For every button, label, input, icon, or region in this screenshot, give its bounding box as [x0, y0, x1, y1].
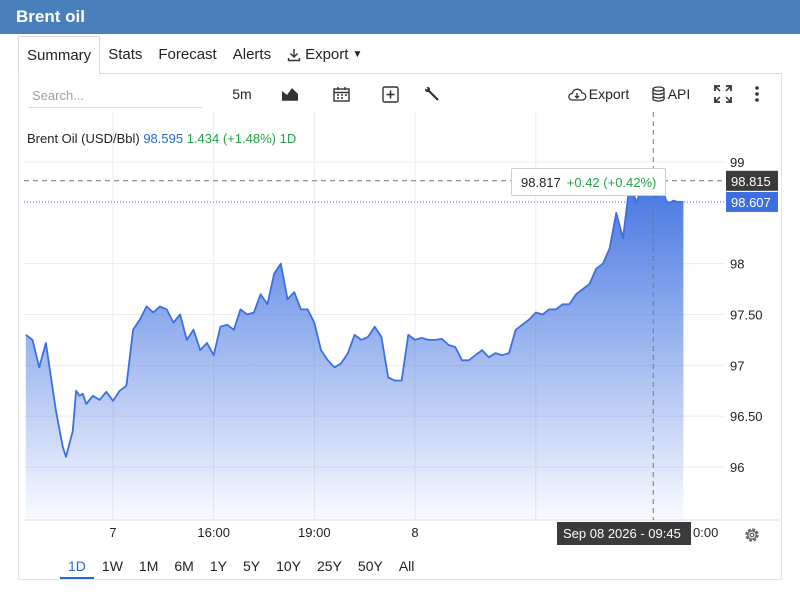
y-tick-label: 98: [730, 257, 744, 272]
price-change: 1.434 (+1.48%): [186, 131, 276, 146]
range-1y[interactable]: 1Y: [202, 553, 235, 579]
database-icon: [652, 86, 665, 102]
range-selector: 1D 1W 1M 6M 1Y 5Y 10Y 25Y 50Y All: [60, 553, 422, 579]
range-10y[interactable]: 10Y: [268, 553, 309, 579]
x-tick-label: 19:00: [298, 525, 331, 540]
tab-summary[interactable]: Summary: [18, 35, 101, 75]
tab-stats[interactable]: Stats: [100, 36, 150, 74]
y-tick-label: 97: [730, 358, 744, 373]
chart-type-icon[interactable]: [279, 82, 301, 106]
tab-bar: Summary Stats Forecast Alerts Export ▼: [18, 35, 782, 75]
x-tick-label: 8: [411, 525, 418, 540]
instrument-name: Brent Oil (USD/Bbl): [27, 131, 140, 146]
calendar-icon[interactable]: [330, 82, 352, 106]
gear-icon[interactable]: [743, 526, 761, 544]
range-5y[interactable]: 5Y: [235, 553, 268, 579]
tab-alerts[interactable]: Alerts: [225, 36, 279, 74]
range-all[interactable]: All: [391, 553, 423, 579]
tab-export-label: Export: [305, 46, 349, 63]
fullscreen-icon[interactable]: [713, 82, 733, 106]
x-tick-label: 16:00: [197, 525, 230, 540]
y-tick-label: 96: [730, 460, 744, 475]
crosshair-x-label: Sep 08 2026 - 09:45: [563, 526, 681, 541]
chevron-down-icon: ▼: [352, 49, 363, 60]
tooltip-change: +0.42 (+0.42%): [566, 174, 657, 190]
app-title: Brent oil: [0, 0, 800, 34]
range-25y[interactable]: 25Y: [309, 553, 350, 579]
range-1d[interactable]: 1D: [60, 553, 94, 579]
instrument-info: Brent Oil (USD/Bbl) 98.595 1.434 (+1.48%…: [27, 131, 296, 146]
tab-export[interactable]: Export ▼: [279, 36, 370, 74]
range-50y[interactable]: 50Y: [350, 553, 391, 579]
wrench-icon[interactable]: [421, 82, 443, 106]
add-indicator-icon[interactable]: [379, 82, 401, 106]
chart-toolbar: 5m Export API: [24, 78, 776, 110]
x-tick-label-tail: 0:00: [693, 525, 718, 540]
interval-button[interactable]: 5m: [230, 82, 254, 106]
range-6m[interactable]: 6M: [166, 553, 201, 579]
search-input[interactable]: [28, 84, 202, 108]
period-label: 1D: [279, 131, 297, 146]
y-tick-label: 96.50: [730, 409, 763, 424]
y-tick-label: 97.50: [730, 308, 763, 323]
x-tick-label: 7: [109, 525, 116, 540]
range-1w[interactable]: 1W: [94, 553, 131, 579]
tooltip-value: 98.817: [521, 174, 561, 190]
last-price-label: 98.607: [731, 195, 771, 210]
price-area: [25, 182, 684, 521]
price-chart[interactable]: 99 98 97.50 97 96.50 96 7 16:00 19:00 8 0:00 98.815…: [24, 112, 780, 550]
range-1m[interactable]: 1M: [131, 553, 166, 579]
crosshair-tooltip: 98.817 +0.42 (+0.42%): [511, 168, 667, 196]
cloud-download-icon: [568, 88, 587, 101]
download-icon: [287, 48, 301, 61]
tab-forecast[interactable]: Forecast: [150, 36, 224, 74]
crosshair-y-label: 98.815: [731, 174, 771, 189]
y-tick-label: 99: [730, 155, 744, 170]
api-button[interactable]: API: [650, 82, 692, 106]
export-button[interactable]: Export: [565, 82, 631, 106]
current-price: 98.595: [143, 131, 184, 146]
api-label: API: [667, 86, 691, 102]
more-icon[interactable]: [749, 82, 765, 106]
export-label: Export: [588, 86, 630, 102]
